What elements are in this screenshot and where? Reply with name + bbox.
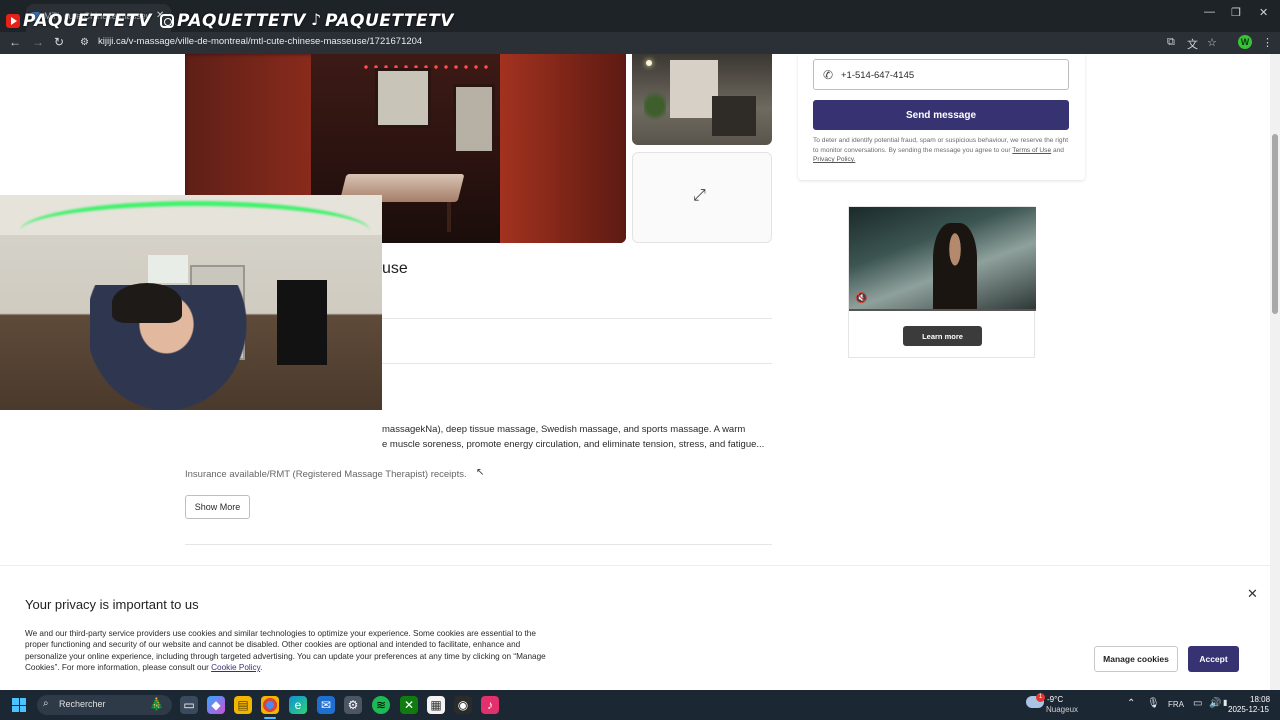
store-icon[interactable]: ▦ xyxy=(427,696,445,714)
cookie-banner-text: We and our third-party service providers… xyxy=(25,629,546,672)
description-line: e muscle soreness, promote energy circul… xyxy=(382,439,765,450)
contact-disclaimer: To deter and identify potential fraud, s… xyxy=(813,136,1073,165)
site-settings-icon[interactable]: ⚙ xyxy=(80,37,89,48)
battery-icon[interactable]: ▮ xyxy=(1223,698,1227,707)
copilot-icon[interactable]: ◆ xyxy=(207,696,225,714)
url-field[interactable]: kijiji.ca/v-massage/ville-de-montreal/mt… xyxy=(98,36,422,47)
mail-icon[interactable]: ✉ xyxy=(317,696,335,714)
ad-video-player[interactable]: 🔇 xyxy=(849,207,1036,311)
browser-address-bar: ← → ↻ ⚙ kijiji.ca/v-massage/ville-de-mon… xyxy=(0,32,1280,54)
install-app-icon[interactable]: ⧉ xyxy=(1167,36,1175,49)
stream-handle-instagram: PAQUETTETV xyxy=(160,11,306,31)
weather-description: Nuageux xyxy=(1046,705,1079,714)
active-app-indicator xyxy=(264,717,276,719)
windows-start-icon[interactable] xyxy=(12,698,26,712)
volume-icon[interactable]: 🔊 xyxy=(1209,698,1221,709)
bookmark-star-icon[interactable]: ☆ xyxy=(1207,36,1217,49)
cookie-banner-title: Your privacy is important to us xyxy=(25,597,199,612)
language-indicator[interactable]: FRA xyxy=(1168,700,1184,709)
accept-cookies-button[interactable]: Accept xyxy=(1188,646,1239,672)
send-message-button[interactable]: Send message xyxy=(813,100,1069,130)
browser-menu-icon[interactable]: ⋮ xyxy=(1262,36,1273,49)
cookie-consent-banner: Your privacy is important to us We and o… xyxy=(0,565,1270,690)
network-icon[interactable]: ▭ xyxy=(1193,698,1202,709)
tiktok-handle-text: PAQUETTETV xyxy=(325,11,454,31)
phone-field[interactable]: ✆ +1-514-647-4145 xyxy=(813,59,1069,90)
task-view-icon[interactable]: ▭ xyxy=(180,696,198,714)
phone-value: +1-514-647-4145 xyxy=(841,70,915,81)
xbox-icon[interactable]: ✕ xyxy=(400,696,418,714)
listing-thumbnail-photo[interactable] xyxy=(632,54,772,145)
weather-temperature: -9°C xyxy=(1047,695,1064,704)
section-divider xyxy=(185,544,772,545)
mouse-cursor-icon: ↖ xyxy=(476,467,485,478)
contact-seller-card: ✆ +1-514-647-4145 Send message To deter … xyxy=(798,54,1085,180)
spotify-icon[interactable]: ≋ xyxy=(372,696,390,714)
description-line: massagekNa), deep tissue massage, Swedis… xyxy=(382,424,746,435)
phone-icon: ✆ xyxy=(823,68,834,82)
gallery-expand-tile[interactable]: ⤢ xyxy=(632,152,772,243)
settings-icon[interactable]: ⚙ xyxy=(344,696,362,714)
mute-icon[interactable]: 🔇 xyxy=(855,293,867,304)
show-more-button[interactable]: Show More xyxy=(185,495,250,519)
weather-badge: 1 xyxy=(1036,693,1045,702)
privacy-policy-link[interactable]: Privacy Policy. xyxy=(813,156,855,163)
back-icon[interactable]: ← xyxy=(9,35,21,49)
scrollbar-thumb[interactable] xyxy=(1272,134,1278,314)
chevron-up-icon[interactable]: ⌃ xyxy=(1127,698,1135,709)
profile-avatar[interactable]: W xyxy=(1238,35,1252,49)
window-close-icon[interactable]: ✕ xyxy=(1259,6,1268,19)
description-line: Insurance available/RMT (Registered Mass… xyxy=(185,469,467,480)
minimize-icon[interactable]: — xyxy=(1204,6,1215,18)
reload-icon[interactable]: ↻ xyxy=(54,35,64,49)
terms-of-use-link[interactable]: Terms of Use xyxy=(1012,147,1051,154)
instagram-icon xyxy=(160,14,174,28)
expand-icon: ⤢ xyxy=(693,187,706,204)
cookie-body: We and our third-party service providers… xyxy=(25,629,546,672)
close-icon[interactable]: ✕ xyxy=(1247,586,1258,602)
browser-tab-bar: MTL cute Chinese masseuse | ... ✕ PAQUET… xyxy=(0,0,1280,32)
manage-cookies-button[interactable]: Manage cookies xyxy=(1094,646,1178,672)
christmas-tree-icon: 🎄 xyxy=(149,697,164,711)
instagram-handle-text: PAQUETTETV xyxy=(177,11,306,31)
stream-handle-tiktok: PAQUETTETV xyxy=(311,10,454,31)
url-path: /v-massage/ville-de-montreal/mtl-cute-ch… xyxy=(125,36,423,47)
chrome-icon[interactable] xyxy=(261,696,279,714)
url-host: kijiji.ca xyxy=(98,36,126,47)
learn-more-button[interactable]: Learn more xyxy=(903,326,982,346)
cookie-policy-link[interactable]: Cookie Policy xyxy=(211,663,260,672)
streamer-webcam-overlay xyxy=(0,195,382,410)
page-scrollbar[interactable] xyxy=(1270,54,1280,690)
tiktok-app-icon[interactable]: ♪ xyxy=(481,696,499,714)
search-placeholder: Rechercher xyxy=(59,699,106,709)
file-explorer-icon[interactable]: ▤ xyxy=(234,696,252,714)
listing-title: use xyxy=(382,260,408,277)
microphone-icon[interactable]: 🎙 xyxy=(1147,698,1160,709)
obs-icon[interactable]: ◉ xyxy=(454,696,472,714)
youtube-handle-text: PAQUETTETV xyxy=(23,11,152,31)
tiktok-icon xyxy=(311,10,322,29)
edge-icon[interactable]: e xyxy=(289,696,307,714)
windows-taskbar: ⌕ Rechercher 🎄 ▭ ◆ ▤ e ✉ ⚙ ≋ ✕ ▦ ◉ ♪ 1 -… xyxy=(0,690,1280,720)
video-ad: 🔇 Learn more xyxy=(848,206,1036,358)
maximize-icon[interactable]: ❐ xyxy=(1231,6,1241,19)
stream-handle-youtube: PAQUETTETV xyxy=(6,11,152,31)
search-icon: ⌕ xyxy=(43,698,49,709)
taskbar-search[interactable]: ⌕ Rechercher 🎄 xyxy=(37,695,172,715)
translate-icon[interactable]: 文 xyxy=(1187,36,1198,52)
youtube-icon xyxy=(6,14,20,28)
forward-icon[interactable]: → xyxy=(32,35,44,49)
clock-time[interactable]: 18:08 xyxy=(1250,695,1270,704)
clock-date[interactable]: 2025-12-15 xyxy=(1228,705,1269,714)
disclaimer-and: and xyxy=(1052,146,1064,154)
